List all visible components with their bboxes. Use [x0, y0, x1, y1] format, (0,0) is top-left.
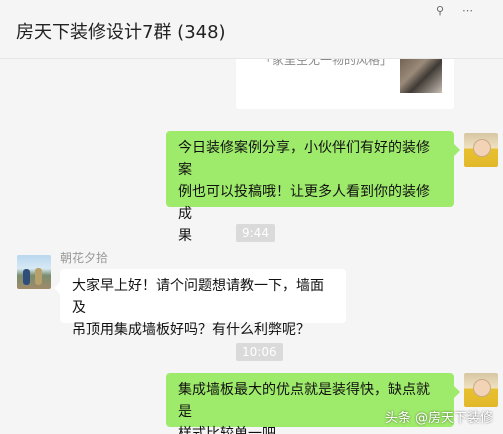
article-card-text: 「家里空无一物的风格」	[260, 59, 393, 67]
message-bubble-other[interactable]: 大家早上好！请个问题想请教一下，墙面及 吊顶用集成墙板好吗？有什么利弊呢？	[54, 269, 346, 338]
message-line: 例也可以投稿哦！让更多人看到你的装修成	[178, 184, 430, 222]
message-line: 大家早上好！请个问题想请教一下，墙面及	[72, 278, 324, 316]
sender-name: 朝花夕拾	[60, 251, 109, 265]
more-icon[interactable]: ⋯	[462, 4, 491, 17]
title-bar: 房天下装修设计7群 (348) ⚲⋯	[0, 0, 503, 59]
chat-title: 房天下装修设计7群 (348)	[16, 22, 226, 43]
watermark: 头条 @房天下装修	[384, 411, 493, 426]
pin-icon[interactable]: ⚲	[436, 4, 462, 17]
message-line: 果	[178, 228, 192, 244]
timestamp: 9:44	[236, 224, 275, 242]
living-room-image	[400, 59, 442, 93]
message-line: 今日装修案例分享，小伙伴们有好的装修案	[178, 140, 430, 178]
timestamp: 10:06	[236, 343, 283, 361]
window-controls: ⚲⋯	[436, 4, 491, 17]
chat-area[interactable]: 「家里空无一物的风格」 今日装修案例分享，小伙伴们有好的装修案 例也可以投稿哦！…	[0, 59, 503, 434]
message-line: 吊顶用集成墙板好吗？有什么利弊呢？	[72, 322, 310, 338]
my-avatar[interactable]	[464, 133, 498, 167]
shared-article-card[interactable]: 「家里空无一物的风格」	[236, 59, 454, 109]
sender-avatar[interactable]	[17, 255, 51, 289]
message-bubble-mine[interactable]: 今日装修案例分享，小伙伴们有好的装修案 例也可以投稿哦！让更多人看到你的装修成 …	[166, 131, 460, 244]
my-avatar[interactable]	[464, 373, 498, 407]
